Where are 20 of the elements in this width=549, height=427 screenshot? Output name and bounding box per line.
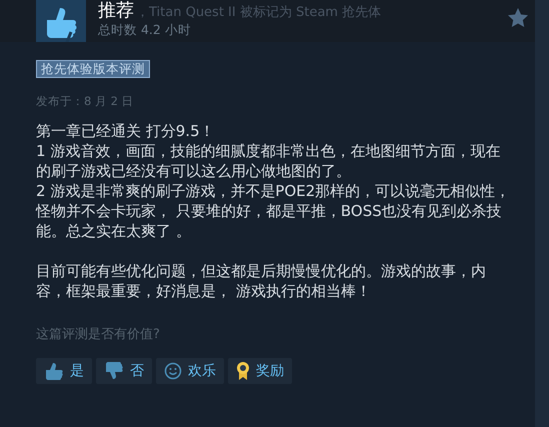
up-vote-button[interactable]: 是 (36, 358, 92, 384)
posted-date: 发布于：8 月 2 日 (36, 94, 134, 109)
award-ribbon-icon (236, 361, 250, 381)
review-title: 推荐 (98, 0, 134, 22)
thumbs-up-icon (36, 0, 86, 42)
thumbs-up-icon (44, 362, 64, 380)
thumbs-down-icon (104, 362, 124, 380)
award-vote-button[interactable]: 奖励 (228, 358, 292, 384)
review-paragraph: 第一章已经通关 打分9.5！ (36, 121, 216, 141)
review-paragraph: 目前可能有些优化问题，但这都是后期慢慢优化的。游戏的故事，内容，框架最重要，好消息是， 游戏执行的相当棒！ (36, 261, 487, 301)
faded-background-text: ，Titan Quest II 被标记为 Steam 抢先体 (136, 4, 382, 21)
review-paragraph: 2 游戏是非常爽的刷子游戏，并不是POE2那样的，可以说毫无相似性，怪物并不会卡玩家， 只要堆的好，都是平推，BOSS也没有见到必杀技能。总之实在太爽了 。 (36, 181, 511, 241)
down-vote-button[interactable]: 否 (96, 358, 152, 384)
funny-vote-button[interactable]: 欢乐 (156, 358, 224, 384)
playtime-text: 总时数 4.2 小时 (98, 22, 192, 38)
early-access-tag: 抢先体验版本评测 (36, 60, 150, 78)
smiley-icon (164, 362, 182, 380)
star-icon[interactable] (508, 8, 528, 27)
review-paragraph: 1 游戏音效，画面，技能的细腻度都非常出色，在地图细节方面，现在的刷子游戏已经没有可以这么用心做地图的了。 (36, 141, 502, 181)
helpful-question: 这篇评测是否有价值? (36, 326, 160, 343)
